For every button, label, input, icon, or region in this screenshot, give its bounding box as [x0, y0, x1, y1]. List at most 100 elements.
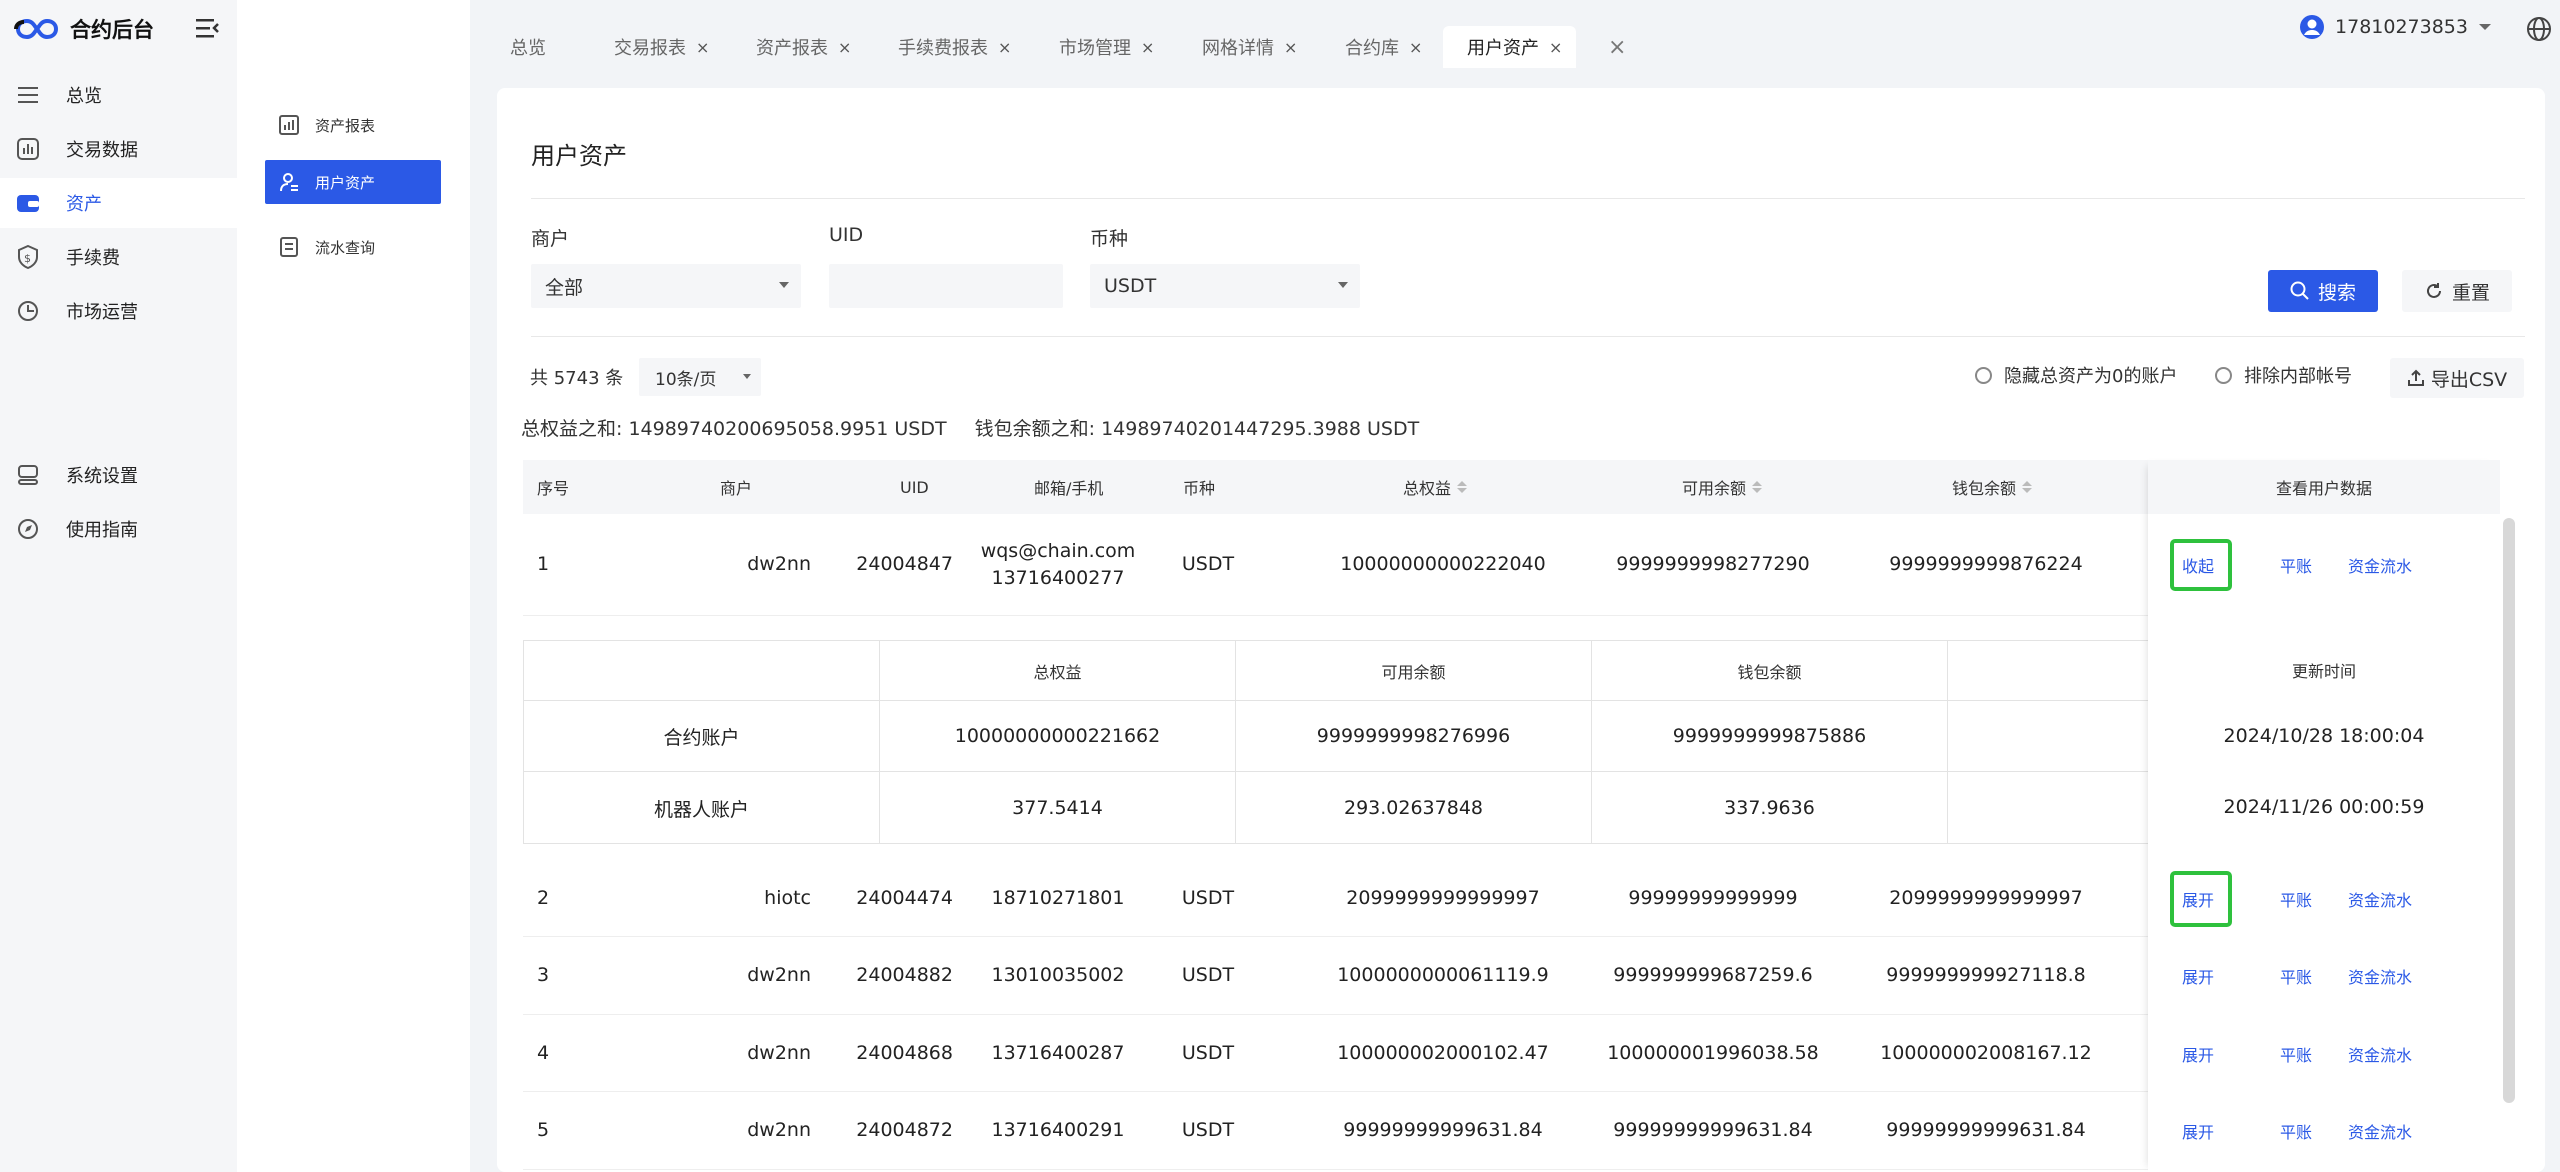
reset-button[interactable]: 重置: [2402, 270, 2512, 312]
sidebar-item-label: 资产: [66, 194, 102, 215]
sub-col-updated: 更新时间: [2291, 662, 2356, 681]
tab-trading-report[interactable]: 交易报表 ×: [614, 26, 709, 68]
currency-select[interactable]: USDT: [1090, 264, 1360, 308]
exclude-internal-radio[interactable]: 排除内部帐号: [2215, 362, 2352, 388]
svg-text:$: $: [24, 252, 31, 265]
cell-seq: 2: [537, 886, 550, 909]
close-icon[interactable]: ×: [998, 38, 1011, 57]
sub-cell-wallet: 337.9636: [1592, 772, 1948, 844]
flat-account-button[interactable]: 平账: [2280, 937, 2312, 1015]
sub-cell-updated: 2024/10/28 18:00:04: [2223, 724, 2425, 747]
contact-email: wqs@chain.com: [980, 539, 1136, 562]
collapse-menu-icon[interactable]: [196, 16, 224, 40]
subnav-item-flow-query[interactable]: 流水查询: [265, 225, 441, 269]
close-icon[interactable]: ×: [696, 38, 709, 57]
currency-label: 币种: [1090, 228, 1129, 250]
expand-button[interactable]: 展开: [2182, 1015, 2214, 1092]
sub-cell-name: 机器人账户: [524, 772, 880, 844]
cell-contact: 13716400287: [991, 1041, 1125, 1064]
tab-label: 交易报表: [614, 38, 686, 59]
expand-button[interactable]: 展开: [2182, 937, 2214, 1015]
fund-flow-link[interactable]: 资金流水: [2348, 860, 2412, 937]
sidebar-item-system-settings[interactable]: 系统设置: [0, 450, 237, 500]
caret-down-icon: [779, 282, 789, 288]
col-merchant: 商户: [720, 479, 753, 498]
cell-contact: wqs@chain.com 13716400277: [963, 514, 1153, 615]
cell-currency: USDT: [1181, 553, 1235, 576]
page-size-value: 10条/页: [655, 369, 717, 390]
flat-account-button[interactable]: 平账: [2280, 860, 2312, 937]
uid-input[interactable]: [829, 264, 1063, 308]
hide-zero-radio[interactable]: 隐藏总资产为0的账户: [1975, 362, 2177, 388]
chart-icon: [16, 137, 40, 161]
tab-contract-library[interactable]: 合约库 ×: [1345, 26, 1422, 68]
tab-asset-report[interactable]: 资产报表 ×: [756, 26, 851, 68]
merchant-label: 商户: [531, 228, 570, 250]
col-equity[interactable]: 总权益: [1403, 460, 1468, 514]
cell-wallet: 9999999999876224: [1889, 553, 2083, 576]
close-icon[interactable]: ×: [838, 38, 851, 57]
fund-flow-link[interactable]: 资金流水: [2348, 514, 2412, 616]
sidebar-item-fees[interactable]: $ 手续费: [0, 232, 237, 282]
fund-flow-link[interactable]: 资金流水: [2348, 1092, 2412, 1170]
subnav-item-asset-report[interactable]: 资产报表: [265, 103, 441, 147]
sidebar-item-market-ops[interactable]: 市场运营: [0, 286, 237, 336]
close-icon[interactable]: ×: [1141, 38, 1154, 57]
user-phone: 17810273853: [2335, 16, 2468, 38]
wallet-sum: 钱包余额之和: 14989740201447295.3988 USDT: [974, 418, 1420, 440]
tab-fee-report[interactable]: 手续费报表 ×: [898, 26, 1011, 68]
wallet-icon: [16, 191, 40, 215]
tab-overview[interactable]: 总览: [510, 26, 546, 68]
cell-merchant: dw2nn: [747, 964, 811, 987]
close-icon[interactable]: ×: [1409, 38, 1422, 57]
fixed-action-column: 查看用户数据 收起 平账 资金流水 更新时间 2024/10/28 18:00:…: [2148, 460, 2500, 1172]
sidebar-item-user-guide[interactable]: 使用指南: [0, 504, 237, 554]
sub-cell-updated: 2024/11/26 00:00:59: [2223, 796, 2425, 818]
fund-flow-link[interactable]: 资金流水: [2348, 937, 2412, 1015]
col-available[interactable]: 可用余额: [1682, 460, 1763, 514]
cell-uid: 24004474: [856, 886, 953, 909]
app-logo: 合约后台: [14, 10, 154, 48]
flat-account-button[interactable]: 平账: [2280, 1015, 2312, 1092]
merchant-value: 全部: [545, 276, 584, 299]
tab-market-management[interactable]: 市场管理 ×: [1059, 26, 1154, 68]
fund-flow-link[interactable]: 资金流水: [2348, 1015, 2412, 1092]
cell-uid: 24004847: [856, 553, 953, 576]
sidebar-item-trading-data[interactable]: 交易数据: [0, 124, 237, 174]
merchant-select[interactable]: 全部: [531, 264, 801, 308]
expand-button[interactable]: 展开: [2182, 1092, 2214, 1170]
user-menu[interactable]: 17810273853: [2299, 14, 2492, 40]
flat-account-button[interactable]: 平账: [2280, 514, 2312, 616]
user-icon: [279, 172, 299, 192]
col-wallet[interactable]: 钱包余额: [1952, 460, 2033, 514]
cell-seq: 5: [537, 1119, 550, 1142]
tab-user-assets[interactable]: 用户资产 ×: [1443, 26, 1577, 68]
divider: [531, 198, 2525, 199]
flat-account-button[interactable]: 平账: [2280, 1092, 2312, 1170]
subnav-item-user-assets[interactable]: 用户资产: [265, 160, 441, 204]
sort-icon: [1752, 481, 1763, 493]
divider: [531, 336, 2525, 337]
cell-currency: USDT: [1181, 1119, 1235, 1142]
close-icon[interactable]: ×: [1549, 38, 1562, 57]
search-label: 搜索: [2317, 281, 2356, 304]
globe-icon[interactable]: [2526, 16, 2552, 42]
sub-cell-available: 9999999998276996: [1236, 701, 1592, 771]
sub-cell-wallet: 9999999999875886: [1592, 701, 1948, 771]
cell-wallet: 100000002008167.12: [1880, 1041, 2092, 1064]
tab-grid-details[interactable]: 网格详情 ×: [1202, 26, 1297, 68]
page-size-select[interactable]: 10条/页: [639, 358, 761, 396]
total-count: 共 5743 条: [530, 368, 624, 389]
refresh-icon: [2427, 283, 2441, 298]
radio-circle: [1975, 366, 1992, 384]
sidebar-item-assets[interactable]: 资产: [0, 178, 237, 228]
sidebar-item-overview[interactable]: 总览: [0, 70, 237, 120]
export-csv-button[interactable]: 导出CSV: [2390, 358, 2524, 398]
close-all-tabs-button[interactable]: ×: [1598, 26, 1626, 68]
cell-merchant: dw2nn: [747, 1041, 811, 1064]
search-button[interactable]: 搜索: [2268, 270, 2378, 312]
vertical-scrollbar[interactable]: [2503, 518, 2515, 1103]
close-icon[interactable]: ×: [1284, 38, 1297, 57]
search-icon: [2290, 281, 2309, 300]
cell-uid: 24004882: [856, 964, 953, 987]
